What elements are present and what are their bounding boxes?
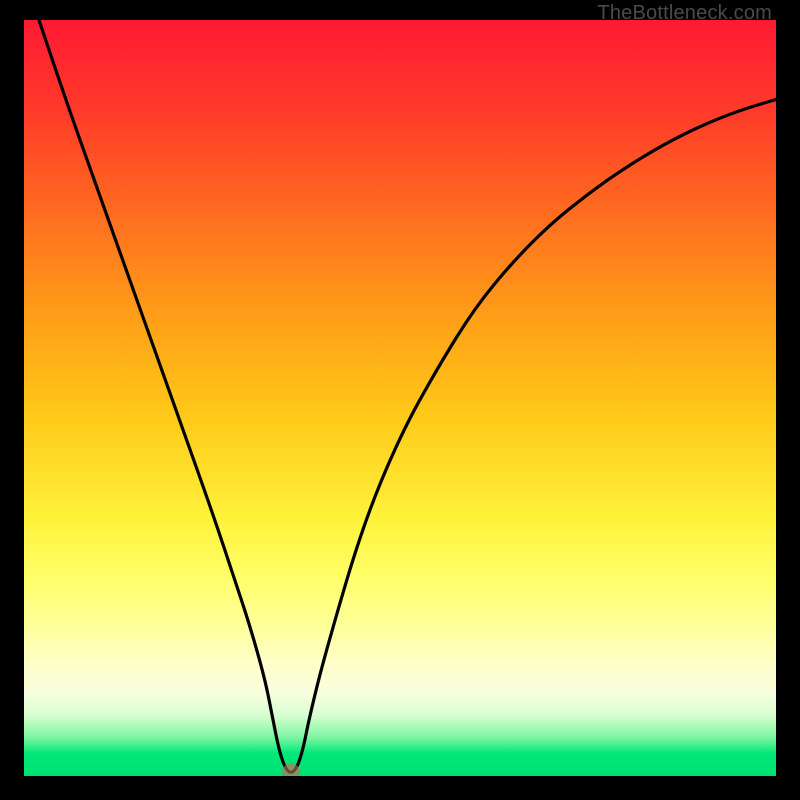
chart-plot-area — [24, 20, 776, 776]
minimum-dot — [282, 763, 300, 776]
curve-line — [39, 20, 776, 772]
chart-frame: TheBottleneck.com — [0, 0, 800, 800]
bottleneck-curve — [24, 20, 776, 776]
